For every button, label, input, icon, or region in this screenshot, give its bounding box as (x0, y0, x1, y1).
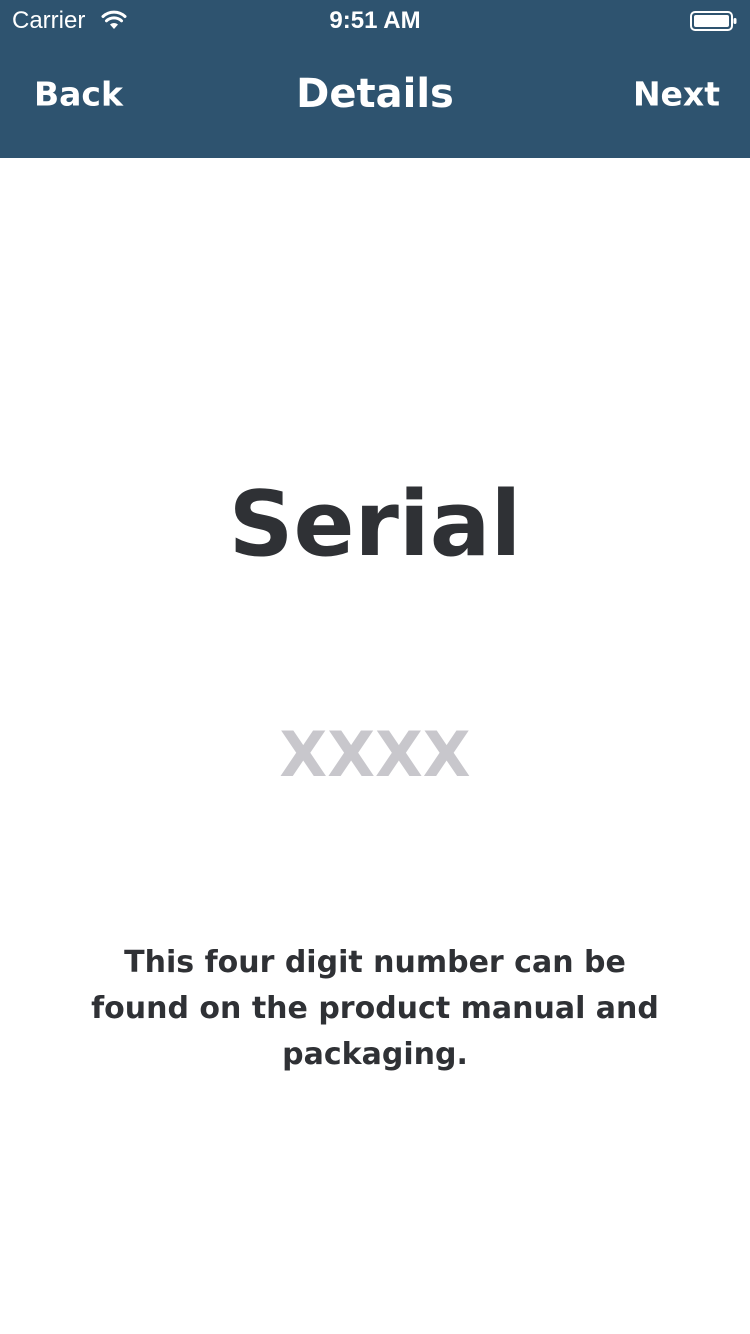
next-button[interactable]: Next (633, 75, 720, 114)
top-bar: Carrier 9:51 AM Back Details Next (0, 0, 750, 158)
serial-heading: Serial (228, 472, 522, 577)
serial-input[interactable] (175, 712, 575, 796)
status-bar: Carrier 9:51 AM (0, 0, 750, 40)
details-screen: Carrier 9:51 AM Back Details Next Serial… (0, 0, 750, 1334)
navigation-bar: Back Details Next (0, 40, 750, 158)
battery-icon (690, 11, 737, 31)
serial-hint-text: This four digit number can be found on t… (91, 945, 659, 1072)
status-time: 9:51 AM (329, 7, 421, 34)
